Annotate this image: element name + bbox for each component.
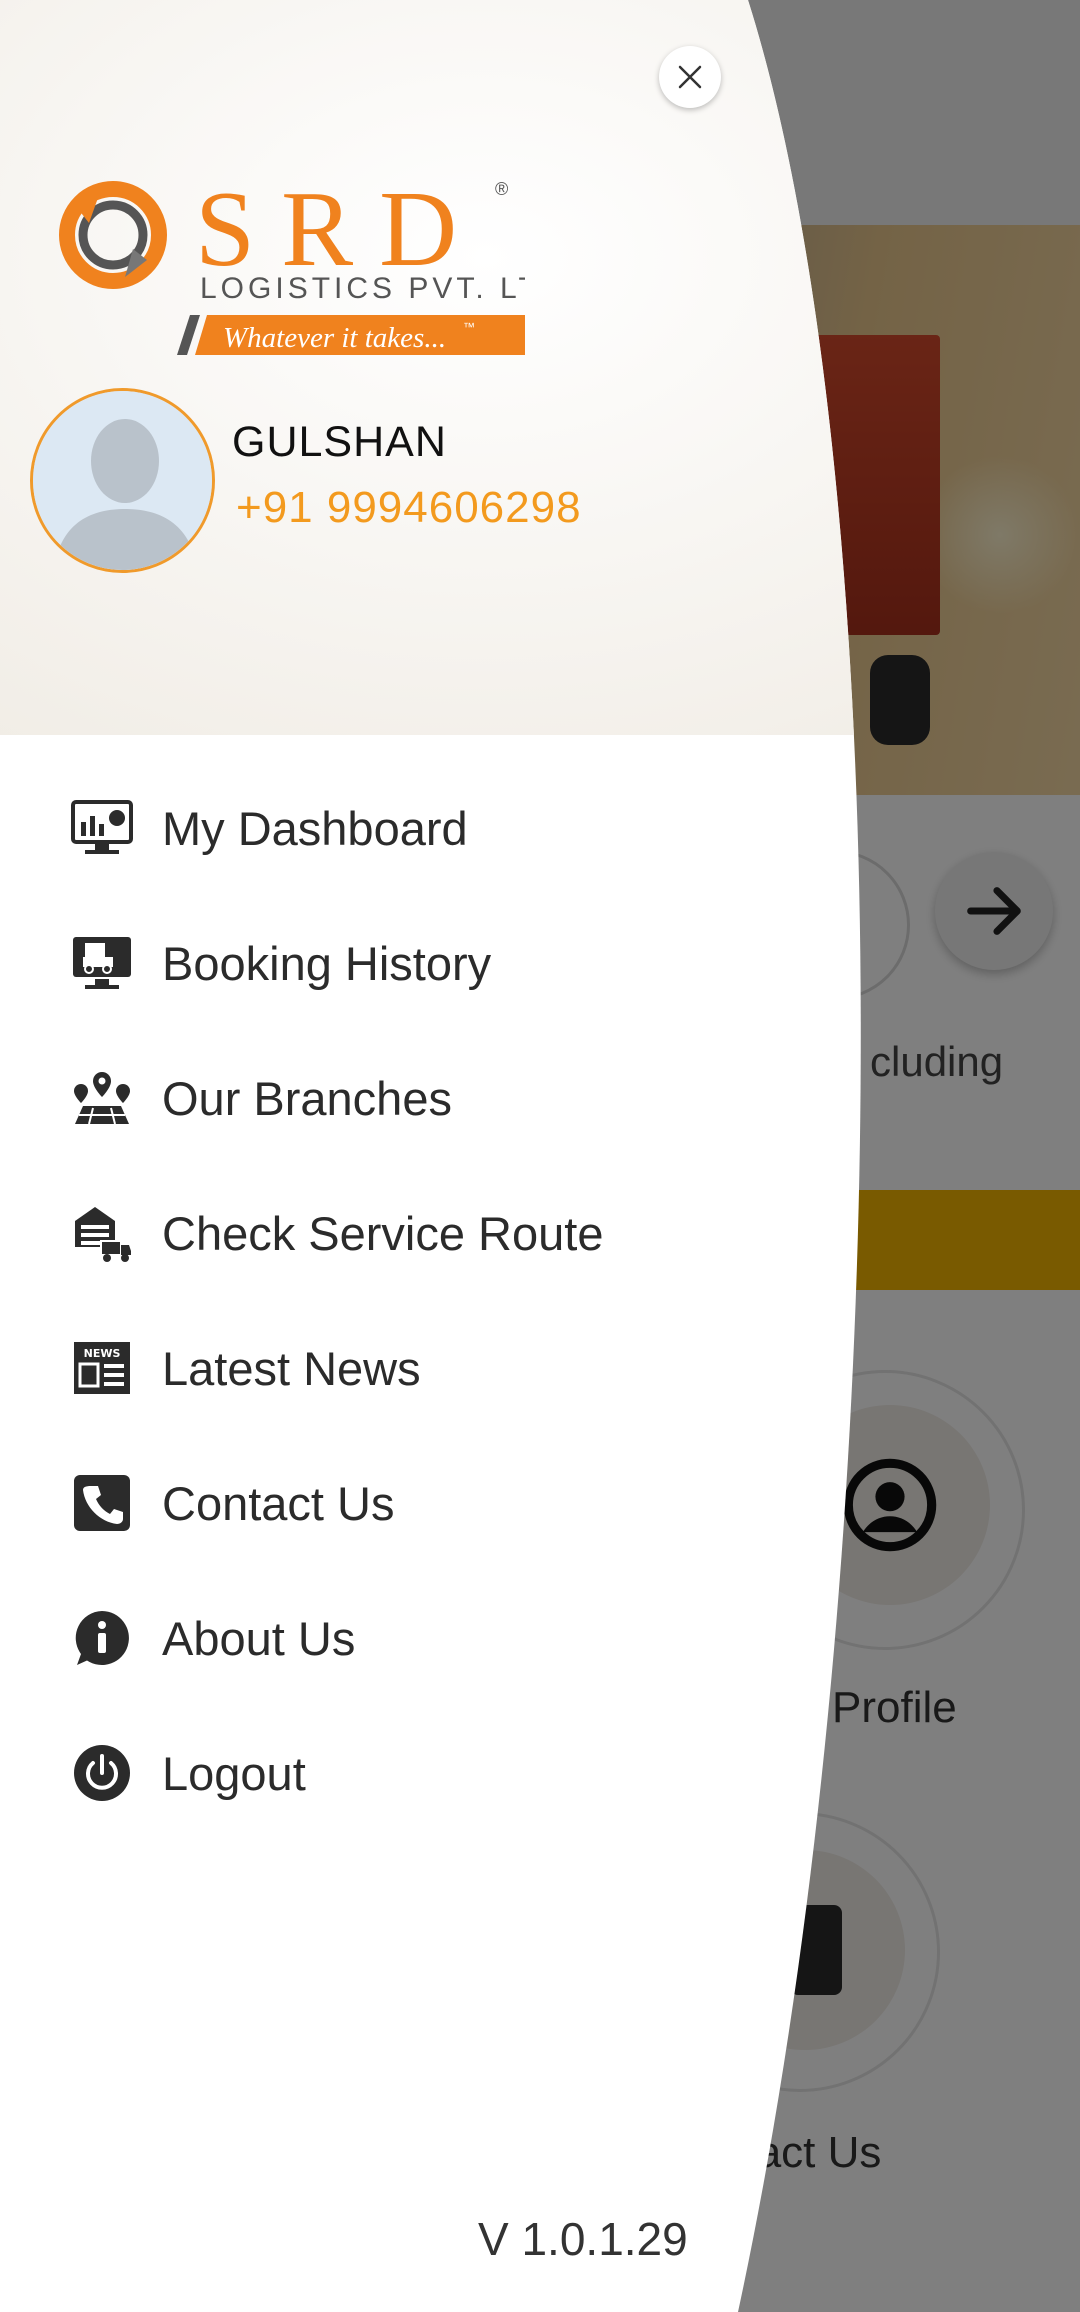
menu-item-label: Latest News bbox=[162, 1341, 421, 1395]
menu-item-logout[interactable]: Logout bbox=[70, 1723, 790, 1823]
power-icon bbox=[70, 1741, 134, 1805]
menu-item-booking-history[interactable]: Booking History bbox=[70, 913, 790, 1013]
srd-logistics-logo: SRD ® LOGISTICS PVT. LTD. Whatever it ta… bbox=[59, 170, 525, 355]
menu-item-label: About Us bbox=[162, 1611, 356, 1665]
phone-icon bbox=[70, 1471, 134, 1535]
menu-item-latest-news[interactable]: NEWS Latest News bbox=[70, 1318, 790, 1418]
user-phone: +91 9994606298 bbox=[236, 483, 582, 532]
menu-item-my-dashboard[interactable]: My Dashboard bbox=[70, 778, 790, 878]
menu-item-our-branches[interactable]: Our Branches bbox=[70, 1048, 790, 1148]
dashboard-icon bbox=[70, 796, 134, 860]
menu-item-contact-us[interactable]: Contact Us bbox=[70, 1453, 790, 1553]
booking-history-icon bbox=[70, 931, 134, 995]
news-icon: NEWS bbox=[70, 1336, 134, 1400]
branches-icon bbox=[70, 1066, 134, 1130]
menu-item-label: Our Branches bbox=[162, 1071, 452, 1125]
menu-item-label: Check Service Route bbox=[162, 1206, 604, 1260]
menu-item-label: Logout bbox=[162, 1746, 306, 1800]
brand-tagline: Whatever it takes... bbox=[223, 322, 446, 354]
menu-item-about-us[interactable]: About Us bbox=[70, 1588, 790, 1688]
info-icon bbox=[70, 1606, 134, 1670]
brand-subtitle: LOGISTICS PVT. LTD. bbox=[200, 272, 525, 305]
menu-item-label: My Dashboard bbox=[162, 801, 468, 855]
app-version: V 1.0.1.29 bbox=[478, 2213, 688, 2265]
service-route-icon bbox=[70, 1201, 134, 1265]
close-icon bbox=[678, 65, 702, 89]
user-name: GULSHAN bbox=[232, 418, 447, 466]
avatar[interactable] bbox=[30, 388, 215, 573]
menu-item-label: Booking History bbox=[162, 936, 492, 990]
close-drawer-button[interactable] bbox=[659, 46, 721, 108]
menu-item-check-service-route[interactable]: Check Service Route bbox=[70, 1183, 790, 1283]
menu-item-label: Contact Us bbox=[162, 1476, 395, 1530]
svg-text:NEWS: NEWS bbox=[84, 1347, 121, 1360]
svg-text:®: ® bbox=[495, 179, 508, 199]
user-silhouette-icon bbox=[33, 391, 212, 570]
svg-text:™: ™ bbox=[463, 320, 475, 334]
